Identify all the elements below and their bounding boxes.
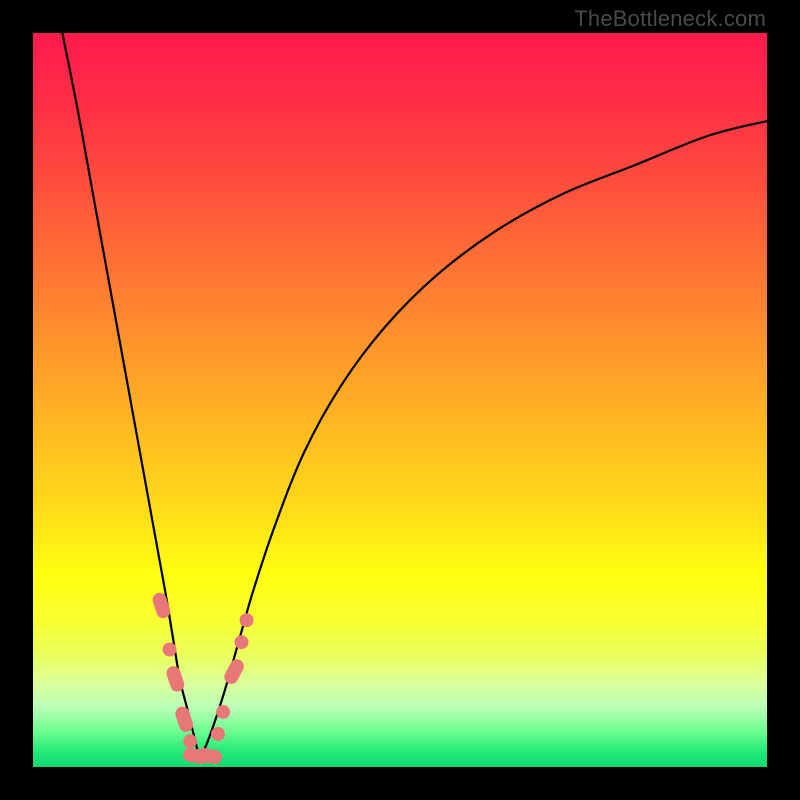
- watermark-text: TheBottleneck.com: [574, 6, 766, 32]
- chart-frame: TheBottleneck.com: [0, 0, 800, 800]
- chart-svg: [33, 33, 767, 767]
- marker-lozenge: [222, 657, 247, 687]
- marker-dot: [183, 734, 197, 748]
- curve-right-branch: [200, 121, 767, 760]
- curve-left-branch: [62, 33, 199, 760]
- marker-dot: [234, 635, 248, 649]
- marker-dot: [240, 613, 254, 627]
- marker-dot: [216, 705, 230, 719]
- marker-group: [151, 591, 254, 765]
- marker-dot: [163, 643, 177, 657]
- marker-dot: [211, 727, 225, 741]
- plot-area: [33, 33, 767, 767]
